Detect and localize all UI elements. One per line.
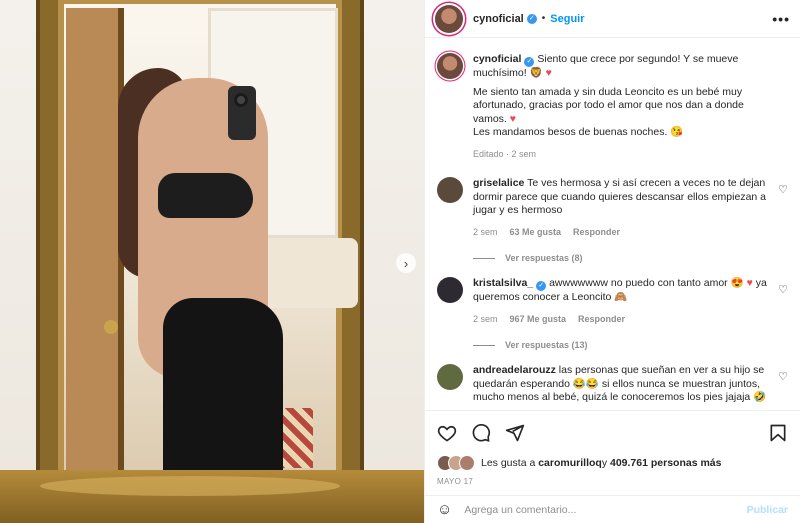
reply-button[interactable]: Responder xyxy=(578,313,625,327)
phone xyxy=(228,86,256,140)
comment-item: andreadelarouzz las personas que sueñan … xyxy=(437,364,788,405)
share-icon[interactable] xyxy=(505,423,525,443)
comments-list[interactable]: cynoficial ✓ Siento que crece por segundo… xyxy=(425,39,800,409)
separator-dot: • xyxy=(541,13,546,24)
post-photo[interactable]: › xyxy=(0,0,424,523)
post-header: cynoficial ✓ • Seguir ••• xyxy=(425,0,800,38)
post-side-panel: cynoficial ✓ • Seguir ••• cynoficial ✓ Si… xyxy=(424,0,800,523)
post-actions: Les gusta a caromurilloq y 409.761 perso… xyxy=(425,410,800,486)
view-replies-label: Ver respuestas (8) xyxy=(505,253,583,263)
comment-body: andreadelarouzz las personas que sueñan … xyxy=(473,364,788,405)
commenter-avatar[interactable] xyxy=(437,364,463,390)
heart-emoji: ♥ xyxy=(545,67,552,79)
mirror-frame xyxy=(40,0,360,520)
follow-button[interactable]: Seguir xyxy=(550,13,584,25)
comment-time: 2 sem xyxy=(473,313,498,324)
comment-likes[interactable]: 63 Me gusta xyxy=(510,226,562,240)
caption-line-3: Les mandamos besos de buenas noches. 😘 xyxy=(473,126,684,138)
like-comment-icon[interactable]: ♡ xyxy=(778,370,788,383)
replies-line xyxy=(473,257,495,259)
likes-prefix: Les gusta a xyxy=(481,457,536,469)
verified-icon: ✓ xyxy=(536,281,547,291)
comment-input[interactable] xyxy=(464,503,747,516)
comment-likes[interactable]: 967 Me gusta xyxy=(510,313,567,327)
verified-icon: ✓ xyxy=(524,57,535,67)
comment-text: awwwwwww no puedo con tanto amor 😍 xyxy=(549,277,747,289)
person-pants xyxy=(163,298,283,498)
emoji-icon[interactable]: ☺ xyxy=(437,501,452,518)
heart-emoji: ♥ xyxy=(509,112,516,125)
reflected-door xyxy=(66,8,124,478)
author-username[interactable]: cynoficial xyxy=(473,13,524,25)
comment-body: griselalice Te ves hermosa y si así crec… xyxy=(473,177,788,239)
comment-icon[interactable] xyxy=(471,423,491,443)
view-replies-button[interactable]: Ver respuestas (13) xyxy=(473,340,788,350)
caption-avatar[interactable] xyxy=(437,53,463,79)
view-replies-label: Ver respuestas (13) xyxy=(505,340,588,350)
comment-body: kristalsilva_ ✓ awwwwwww no puedo con tan… xyxy=(473,277,788,326)
more-options-icon[interactable]: ••• xyxy=(772,11,790,27)
add-comment-bar: ☺ Publicar xyxy=(425,495,800,523)
comment-username[interactable]: andreadelarouzz xyxy=(473,364,556,376)
chevron-right-icon: › xyxy=(403,255,409,271)
liker-avatars xyxy=(437,455,475,471)
caption: cynoficial ✓ Siento que crece por segundo… xyxy=(437,53,788,161)
liker-avatar xyxy=(459,455,475,471)
dresser xyxy=(0,470,424,523)
reply-button[interactable]: Responder xyxy=(573,226,620,240)
comment-time: 2 sem xyxy=(473,226,498,237)
view-replies-button[interactable]: Ver respuestas (8) xyxy=(473,253,788,263)
commenter-avatar[interactable] xyxy=(437,177,463,203)
replies-line xyxy=(473,344,495,346)
author-avatar[interactable] xyxy=(435,4,463,33)
likes-middle: y xyxy=(601,457,608,469)
door-knob xyxy=(104,320,118,334)
post-date: MAYO 17 xyxy=(437,477,474,486)
like-comment-icon[interactable]: ♡ xyxy=(778,283,788,296)
like-heart-icon[interactable] xyxy=(437,423,457,443)
publish-button[interactable]: Publicar xyxy=(747,504,788,516)
person-top xyxy=(158,173,253,218)
liker-username[interactable]: caromurilloq xyxy=(538,457,602,469)
likes-count[interactable]: 409.761 personas más xyxy=(610,457,722,469)
carousel-next-button[interactable]: › xyxy=(396,253,416,273)
likes-summary[interactable]: Les gusta a caromurilloq y 409.761 perso… xyxy=(437,455,788,471)
comment-item: griselalice Te ves hermosa y si así crec… xyxy=(437,177,788,239)
comment-username[interactable]: kristalsilva_ xyxy=(473,277,533,289)
commenter-avatar[interactable] xyxy=(437,277,463,303)
save-bookmark-icon[interactable] xyxy=(768,423,788,443)
verified-icon: ✓ xyxy=(526,13,537,24)
like-comment-icon[interactable]: ♡ xyxy=(778,183,788,196)
comment-item: kristalsilva_ ✓ awwwwwww no puedo con tan… xyxy=(437,277,788,326)
caption-username[interactable]: cynoficial xyxy=(473,53,521,65)
action-icons xyxy=(437,421,788,445)
caption-body: cynoficial ✓ Siento que crece por segundo… xyxy=(473,53,788,161)
caption-meta: Editado · 2 sem xyxy=(473,148,537,159)
comment-username[interactable]: griselalice xyxy=(473,177,524,189)
